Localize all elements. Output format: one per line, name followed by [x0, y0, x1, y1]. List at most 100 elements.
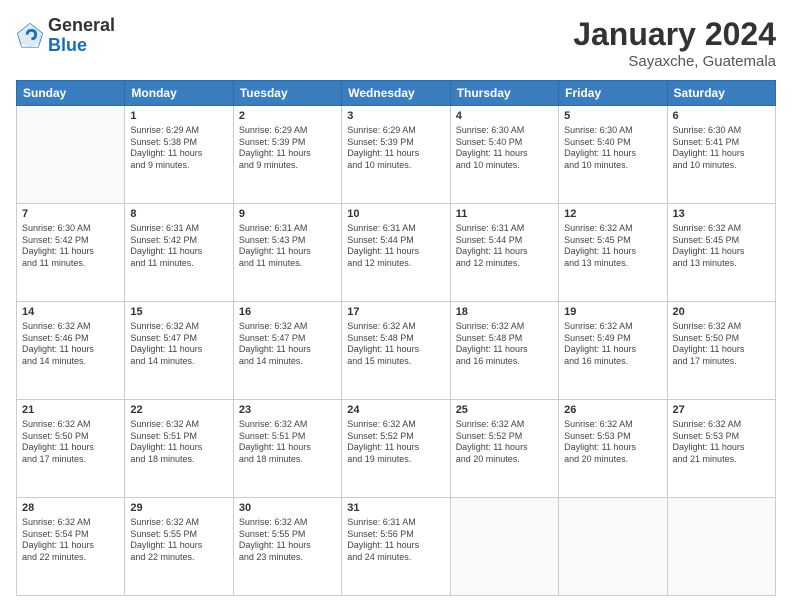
title-block: January 2024 Sayaxche, Guatemala	[573, 16, 776, 70]
col-tuesday: Tuesday	[233, 81, 341, 106]
calendar-cell: 16Sunrise: 6:32 AM Sunset: 5:47 PM Dayli…	[233, 302, 341, 400]
logo-icon	[16, 22, 44, 50]
day-number: 23	[239, 403, 336, 418]
calendar-cell: 26Sunrise: 6:32 AM Sunset: 5:53 PM Dayli…	[559, 400, 667, 498]
day-number: 24	[347, 403, 444, 418]
day-info: Sunrise: 6:29 AM Sunset: 5:38 PM Dayligh…	[130, 125, 227, 172]
day-info: Sunrise: 6:32 AM Sunset: 5:53 PM Dayligh…	[673, 419, 770, 466]
day-number: 1	[130, 109, 227, 124]
day-info: Sunrise: 6:32 AM Sunset: 5:47 PM Dayligh…	[130, 321, 227, 368]
day-info: Sunrise: 6:32 AM Sunset: 5:49 PM Dayligh…	[564, 321, 661, 368]
day-info: Sunrise: 6:32 AM Sunset: 5:52 PM Dayligh…	[456, 419, 553, 466]
day-info: Sunrise: 6:30 AM Sunset: 5:42 PM Dayligh…	[22, 223, 119, 270]
logo-general-text: General	[48, 16, 115, 36]
day-info: Sunrise: 6:30 AM Sunset: 5:40 PM Dayligh…	[456, 125, 553, 172]
col-wednesday: Wednesday	[342, 81, 450, 106]
day-number: 3	[347, 109, 444, 124]
day-number: 15	[130, 305, 227, 320]
logo: General Blue	[16, 16, 115, 56]
day-number: 2	[239, 109, 336, 124]
calendar-cell: 8Sunrise: 6:31 AM Sunset: 5:42 PM Daylig…	[125, 204, 233, 302]
calendar-cell: 17Sunrise: 6:32 AM Sunset: 5:48 PM Dayli…	[342, 302, 450, 400]
day-number: 20	[673, 305, 770, 320]
calendar-cell	[450, 498, 558, 596]
day-info: Sunrise: 6:32 AM Sunset: 5:54 PM Dayligh…	[22, 517, 119, 564]
calendar-cell: 2Sunrise: 6:29 AM Sunset: 5:39 PM Daylig…	[233, 106, 341, 204]
calendar-cell: 27Sunrise: 6:32 AM Sunset: 5:53 PM Dayli…	[667, 400, 775, 498]
calendar-cell: 11Sunrise: 6:31 AM Sunset: 5:44 PM Dayli…	[450, 204, 558, 302]
col-thursday: Thursday	[450, 81, 558, 106]
day-number: 6	[673, 109, 770, 124]
day-info: Sunrise: 6:31 AM Sunset: 5:43 PM Dayligh…	[239, 223, 336, 270]
day-number: 30	[239, 501, 336, 516]
day-number: 21	[22, 403, 119, 418]
calendar-cell: 25Sunrise: 6:32 AM Sunset: 5:52 PM Dayli…	[450, 400, 558, 498]
calendar-cell: 3Sunrise: 6:29 AM Sunset: 5:39 PM Daylig…	[342, 106, 450, 204]
day-info: Sunrise: 6:31 AM Sunset: 5:44 PM Dayligh…	[456, 223, 553, 270]
calendar-cell: 20Sunrise: 6:32 AM Sunset: 5:50 PM Dayli…	[667, 302, 775, 400]
day-number: 14	[22, 305, 119, 320]
week-row-4: 21Sunrise: 6:32 AM Sunset: 5:50 PM Dayli…	[17, 400, 776, 498]
col-friday: Friday	[559, 81, 667, 106]
day-number: 18	[456, 305, 553, 320]
day-info: Sunrise: 6:32 AM Sunset: 5:46 PM Dayligh…	[22, 321, 119, 368]
day-info: Sunrise: 6:29 AM Sunset: 5:39 PM Dayligh…	[347, 125, 444, 172]
calendar-cell: 15Sunrise: 6:32 AM Sunset: 5:47 PM Dayli…	[125, 302, 233, 400]
day-info: Sunrise: 6:32 AM Sunset: 5:51 PM Dayligh…	[130, 419, 227, 466]
calendar-cell: 19Sunrise: 6:32 AM Sunset: 5:49 PM Dayli…	[559, 302, 667, 400]
day-number: 10	[347, 207, 444, 222]
day-number: 9	[239, 207, 336, 222]
day-number: 11	[456, 207, 553, 222]
col-monday: Monday	[125, 81, 233, 106]
day-number: 26	[564, 403, 661, 418]
calendar-cell: 22Sunrise: 6:32 AM Sunset: 5:51 PM Dayli…	[125, 400, 233, 498]
day-info: Sunrise: 6:32 AM Sunset: 5:48 PM Dayligh…	[456, 321, 553, 368]
calendar-cell: 10Sunrise: 6:31 AM Sunset: 5:44 PM Dayli…	[342, 204, 450, 302]
day-info: Sunrise: 6:32 AM Sunset: 5:50 PM Dayligh…	[22, 419, 119, 466]
day-info: Sunrise: 6:31 AM Sunset: 5:42 PM Dayligh…	[130, 223, 227, 270]
page-header: General Blue January 2024 Sayaxche, Guat…	[16, 16, 776, 70]
day-info: Sunrise: 6:30 AM Sunset: 5:40 PM Dayligh…	[564, 125, 661, 172]
day-number: 19	[564, 305, 661, 320]
calendar-cell	[559, 498, 667, 596]
week-row-5: 28Sunrise: 6:32 AM Sunset: 5:54 PM Dayli…	[17, 498, 776, 596]
day-number: 17	[347, 305, 444, 320]
calendar-table: Sunday Monday Tuesday Wednesday Thursday…	[16, 80, 776, 596]
calendar-cell: 9Sunrise: 6:31 AM Sunset: 5:43 PM Daylig…	[233, 204, 341, 302]
day-number: 31	[347, 501, 444, 516]
calendar-cell: 5Sunrise: 6:30 AM Sunset: 5:40 PM Daylig…	[559, 106, 667, 204]
calendar-cell: 18Sunrise: 6:32 AM Sunset: 5:48 PM Dayli…	[450, 302, 558, 400]
day-info: Sunrise: 6:32 AM Sunset: 5:55 PM Dayligh…	[130, 517, 227, 564]
calendar-cell: 28Sunrise: 6:32 AM Sunset: 5:54 PM Dayli…	[17, 498, 125, 596]
calendar-cell: 21Sunrise: 6:32 AM Sunset: 5:50 PM Dayli…	[17, 400, 125, 498]
calendar-cell: 14Sunrise: 6:32 AM Sunset: 5:46 PM Dayli…	[17, 302, 125, 400]
logo-text: General Blue	[48, 16, 115, 56]
day-number: 12	[564, 207, 661, 222]
logo-blue-text: Blue	[48, 36, 115, 56]
day-info: Sunrise: 6:32 AM Sunset: 5:48 PM Dayligh…	[347, 321, 444, 368]
calendar-cell: 31Sunrise: 6:31 AM Sunset: 5:56 PM Dayli…	[342, 498, 450, 596]
week-row-2: 7Sunrise: 6:30 AM Sunset: 5:42 PM Daylig…	[17, 204, 776, 302]
calendar-cell: 29Sunrise: 6:32 AM Sunset: 5:55 PM Dayli…	[125, 498, 233, 596]
calendar-cell: 13Sunrise: 6:32 AM Sunset: 5:45 PM Dayli…	[667, 204, 775, 302]
col-saturday: Saturday	[667, 81, 775, 106]
calendar-cell	[667, 498, 775, 596]
calendar-cell	[17, 106, 125, 204]
calendar-cell: 23Sunrise: 6:32 AM Sunset: 5:51 PM Dayli…	[233, 400, 341, 498]
calendar-cell: 7Sunrise: 6:30 AM Sunset: 5:42 PM Daylig…	[17, 204, 125, 302]
day-info: Sunrise: 6:32 AM Sunset: 5:53 PM Dayligh…	[564, 419, 661, 466]
day-info: Sunrise: 6:32 AM Sunset: 5:47 PM Dayligh…	[239, 321, 336, 368]
day-info: Sunrise: 6:29 AM Sunset: 5:39 PM Dayligh…	[239, 125, 336, 172]
day-info: Sunrise: 6:32 AM Sunset: 5:45 PM Dayligh…	[673, 223, 770, 270]
day-info: Sunrise: 6:30 AM Sunset: 5:41 PM Dayligh…	[673, 125, 770, 172]
day-number: 28	[22, 501, 119, 516]
day-number: 5	[564, 109, 661, 124]
calendar-cell: 12Sunrise: 6:32 AM Sunset: 5:45 PM Dayli…	[559, 204, 667, 302]
calendar-cell: 4Sunrise: 6:30 AM Sunset: 5:40 PM Daylig…	[450, 106, 558, 204]
day-info: Sunrise: 6:32 AM Sunset: 5:50 PM Dayligh…	[673, 321, 770, 368]
calendar-cell: 1Sunrise: 6:29 AM Sunset: 5:38 PM Daylig…	[125, 106, 233, 204]
day-number: 13	[673, 207, 770, 222]
calendar-cell: 24Sunrise: 6:32 AM Sunset: 5:52 PM Dayli…	[342, 400, 450, 498]
day-number: 22	[130, 403, 227, 418]
day-number: 4	[456, 109, 553, 124]
